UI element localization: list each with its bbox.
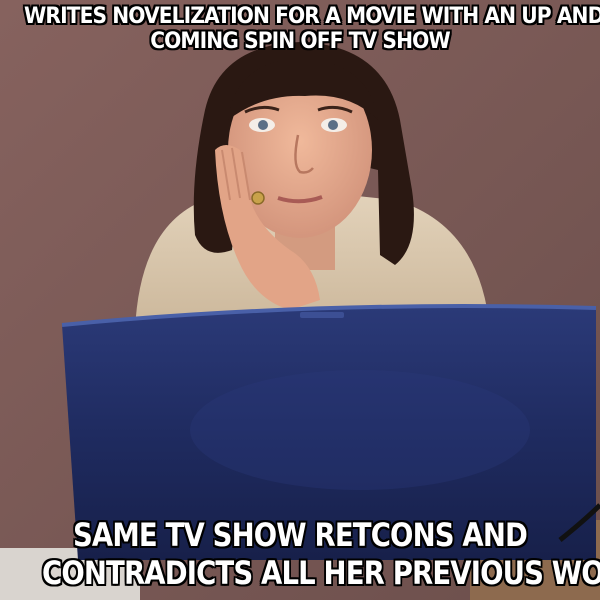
bottom-caption-line-1: SAME TV SHOW RETCONS AND [72, 516, 528, 554]
ring [251, 191, 265, 205]
top-caption-line-1: WRITES NOVELIZATION FOR A MOVIE WITH AN … [24, 4, 600, 29]
bottom-caption: SAME TV SHOW RETCONS AND CONTRADICTS ALL… [42, 516, 600, 592]
meme-image: WRITES NOVELIZATION FOR A MOVIE WITH AN … [0, 0, 600, 600]
laptop-logo [300, 312, 344, 318]
photo-illustration [0, 0, 600, 600]
top-caption: WRITES NOVELIZATION FOR A MOVIE WITH AN … [24, 4, 600, 54]
bottom-caption-line-2: CONTRADICTS ALL HER PREVIOUS WORK [42, 554, 600, 592]
top-caption-line-2: COMING SPIN OFF TV SHOW [150, 29, 450, 54]
